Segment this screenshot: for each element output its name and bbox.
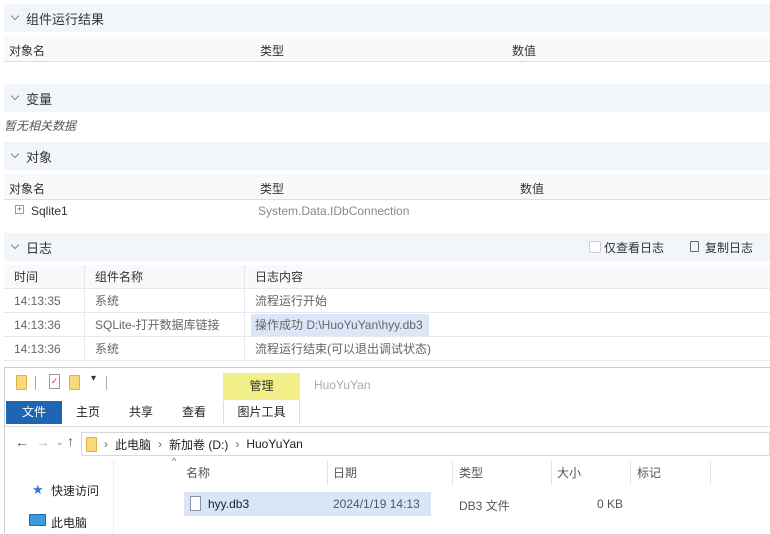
log-title: 日志 [26,240,53,256]
file-row[interactable]: hyy.db3 2024/1/19 14:13 [184,492,431,516]
col-name: 对象名 [9,44,46,58]
log-table: 时间 组件名称 日志内容 14:13:35 系统 流程运行开始 14:13:36… [4,265,770,361]
breadcrumb-item[interactable]: 此电脑 [115,436,151,453]
only-log-label[interactable]: 仅查看日志 [604,239,664,256]
sidebar-this-pc[interactable]: 此电脑 [51,514,87,531]
file-size: 0 KB [596,497,623,511]
object-name: Sqlite1 [31,204,68,218]
sort-ascending-icon: ^ [172,456,177,466]
folder-icon[interactable] [16,375,27,390]
log-time: 14:13:36 [4,337,85,361]
computer-icon [29,514,46,526]
chevron-down-icon [10,13,20,23]
chevron-down-icon [10,151,20,161]
up-arrow-icon[interactable]: ↑ [67,433,74,449]
object-type: System.Data.IDbConnection [258,204,410,218]
copy-icon[interactable] [690,241,699,252]
col-tag[interactable]: 标记 [637,461,661,485]
file-date: 2024/1/19 14:13 [333,497,420,511]
log-content-cell: 操作成功 D:\HuoYuYan\hyy.db3 [245,313,770,337]
col-name: 对象名 [9,182,46,196]
col-separator [710,461,711,485]
address-bar[interactable]: › 此电脑 › 新加卷 (D:) › HuoYuYan [81,432,770,456]
log-component: 系统 [85,289,245,313]
ribbon-divider [5,426,770,427]
sidebar-quick-access[interactable]: 快速访问 [51,482,99,499]
context-tab-manage[interactable]: 管理 [223,373,300,400]
col-separator [452,461,453,485]
forward-arrow-icon[interactable]: → [36,434,50,450]
col-type[interactable]: 类型 [459,461,483,485]
results-title: 组件运行结果 [26,11,105,27]
objects-title: 对象 [26,149,53,165]
log-section-header[interactable]: 日志 仅查看日志 复制日志 [4,233,770,261]
folder-icon [86,436,97,452]
results-table-header: 对象名 类型 数值 [4,36,770,62]
chevron-right-icon: › [158,437,163,451]
pane-divider [113,460,114,534]
properties-icon[interactable]: ✓ [49,374,60,389]
objects-section-header[interactable]: 对象 [4,142,770,170]
file-name: hyy.db3 [208,497,250,511]
recent-dropdown-icon[interactable]: ⌄ [56,437,64,448]
col-type: 类型 [260,44,285,58]
chevron-right-icon: › [104,437,108,451]
breadcrumb-item[interactable]: 新加卷 (D:) [169,436,228,453]
log-component: SQLite-打开数据库链接 [85,313,245,337]
tab-share[interactable]: 共享 [120,401,162,424]
col-type: 类型 [260,182,285,196]
file-icon [190,496,201,511]
chevron-right-icon: › [235,437,240,451]
col-content: 日志内容 [255,270,304,284]
col-component: 组件名称 [85,265,245,289]
copy-log-button[interactable]: 复制日志 [705,239,753,256]
tab-file[interactable]: 文件 [6,401,62,424]
log-time: 14:13:35 [4,289,85,313]
object-row[interactable]: + Sqlite1 System.Data.IDbConnection [4,201,770,221]
star-icon: ★ [32,482,44,497]
log-row[interactable]: 14:13:36 SQLite-打开数据库链接 操作成功 D:\HuoYuYan… [4,313,770,337]
log-time: 14:13:36 [4,313,85,337]
col-time: 时间 [4,265,85,289]
file-explorer-window: ✓ ▾ 管理 HuoYuYan 文件 主页 共享 查看 图片工具 ← → ⌄ ↑… [4,367,770,534]
col-value: 数值 [520,182,545,196]
results-section-header[interactable]: 组件运行结果 [4,4,770,32]
log-row[interactable]: 14:13:36 系统 流程运行结束(可以退出调试状态) [4,337,770,361]
new-folder-icon[interactable] [69,375,80,390]
chevron-down-icon [10,93,20,103]
tab-picture-tools[interactable]: 图片工具 [223,401,300,424]
col-separator [630,461,631,485]
col-separator [327,461,328,485]
log-row[interactable]: 14:13:35 系统 流程运行开始 [4,289,770,313]
empty-message: 暂无相关数据 [4,119,77,133]
customize-toolbar-icon[interactable]: ▾ [91,373,96,384]
col-size[interactable]: 大小 [557,461,581,485]
log-content: 流程运行结束(可以退出调试状态) [255,342,431,356]
divider [35,376,36,390]
tab-home[interactable]: 主页 [67,401,109,424]
log-component: 系统 [85,337,245,361]
col-name[interactable]: 名称 [186,461,210,485]
variables-section-header[interactable]: 变量 [4,84,770,112]
back-arrow-icon[interactable]: ← [15,434,29,450]
log-content: 流程运行开始 [255,294,328,308]
divider [106,376,107,390]
only-log-checkbox[interactable] [589,241,601,253]
objects-table-header: 对象名 类型 数值 [4,174,770,200]
col-value: 数值 [512,44,537,58]
log-content-selected[interactable]: 操作成功 D:\HuoYuYan\hyy.db3 [251,314,429,336]
log-table-header: 时间 组件名称 日志内容 [4,265,770,289]
tab-view[interactable]: 查看 [173,401,215,424]
breadcrumb-item[interactable]: HuoYuYan [246,437,303,451]
window-title: HuoYuYan [314,378,371,392]
file-type: DB3 文件 [459,499,510,513]
col-date[interactable]: 日期 [333,461,357,485]
col-separator [551,461,552,485]
expand-icon[interactable]: + [15,205,24,214]
variables-title: 变量 [26,91,53,107]
chevron-down-icon [10,242,20,252]
